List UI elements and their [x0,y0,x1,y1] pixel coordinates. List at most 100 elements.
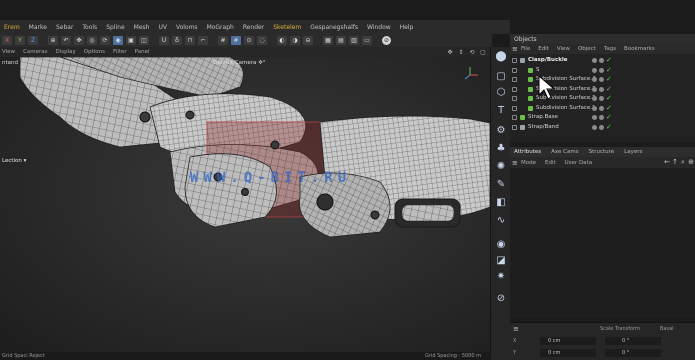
objects-menu-file[interactable]: File [521,46,530,52]
attributes-menu-mode[interactable]: Mode [521,160,536,166]
clapper-icon[interactable]: ▦ [323,36,333,45]
visibility-dot-icon[interactable] [592,67,597,73]
objects-menu-object[interactable]: Object [578,46,596,52]
menu-item-mesh[interactable]: Mesh [134,24,150,31]
axis-x-lock-icon[interactable]: X [2,36,12,45]
coordinate-system-icon[interactable]: ⊕ [48,36,58,45]
grid-snap-active-icon[interactable]: # [231,36,241,45]
visibility-dot-icon[interactable] [592,58,597,63]
object-row[interactable]: Subdivision Surface.1 ✓ [510,104,695,113]
menu-item-spline[interactable]: Spline [106,24,124,31]
cloner-icon[interactable]: ⚙ [494,123,508,137]
effector-icon[interactable]: ✺ [494,159,508,173]
viewport-menu-options[interactable]: Options [84,49,105,55]
rotate-tool-icon[interactable]: ⟳ [100,36,110,45]
magnet-icon[interactable]: U [159,36,169,45]
attributes-menu-user-data[interactable]: User Data [565,160,592,166]
render-dot-icon[interactable] [599,58,604,63]
axis-y-lock-icon[interactable]: Y [15,36,25,45]
pan-icon[interactable]: ✥ [446,49,454,56]
render-dot-icon[interactable] [599,96,604,101]
menu-item-render[interactable]: Render [243,24,264,31]
model-mode-icon[interactable]: ⬤ [494,49,508,63]
coord-y-position[interactable]: 0 cm [548,350,560,356]
camera-object-icon[interactable]: ◧ [494,195,508,209]
menu-item-voloms[interactable]: Voloms [176,24,198,31]
hamburger-icon[interactable]: ≡ [512,159,521,167]
film-icon[interactable]: ▤ [336,36,346,45]
object-name[interactable]: Subdivision Surface.1 [536,104,595,113]
enabled-check-icon[interactable]: ✓ [606,123,612,132]
tab-structure[interactable]: Structure [589,149,615,155]
layout-icon[interactable]: ▭ [362,36,372,45]
menu-item-sketelem[interactable]: Sketelem [273,24,301,31]
expand-toggle-icon[interactable] [512,86,517,92]
viewport-menu-panel[interactable]: Panel [135,49,150,55]
viewport-menu-display[interactable]: Display [56,49,76,55]
render-dot-icon[interactable] [599,86,604,92]
render-settings-icon[interactable]: ⊖ [303,36,313,45]
render-dot-icon[interactable] [599,105,604,111]
expand-toggle-icon[interactable] [512,77,517,82]
menu-item-tools[interactable]: Tools [82,24,97,31]
magnet-tool-icon[interactable]: ◉ [494,237,508,251]
menu-item-uv[interactable]: UV [158,24,167,31]
text-tool-icon[interactable]: T [494,103,508,117]
workplane-icon[interactable]: ⌐ [198,36,208,45]
tab-axe-cams[interactable]: Axe Cams [551,149,578,155]
objects-menu-view[interactable]: View [557,46,570,52]
live-selection-icon[interactable]: ◉ [113,36,123,45]
viewport-object-label[interactable]: Lection ▾ [2,158,26,164]
viewport-solo-icon[interactable]: ◫ [139,36,149,45]
enabled-check-icon[interactable]: ✓ [606,85,612,94]
menu-item-sebar[interactable]: Sebar [56,24,73,31]
light-icon[interactable]: ✷ [494,269,508,283]
viewport-camera-label[interactable]: Default Camera ✲° [213,60,266,66]
snap-settings-icon[interactable]: ⊙ [244,36,254,45]
enabled-check-icon[interactable]: ✓ [606,94,612,103]
orbit-icon[interactable]: ⟲ [468,49,476,56]
render-dot-icon[interactable] [599,77,604,82]
menu-item-help[interactable]: Help [400,24,414,31]
enabled-check-icon[interactable]: ✓ [606,75,612,84]
tab-attributes[interactable]: Attributes [514,149,541,155]
deformer-icon[interactable]: ♣ [494,141,508,155]
expand-toggle-icon[interactable] [512,67,517,73]
object-name[interactable]: S [536,66,540,75]
coord-y-rotation[interactable]: 0 ° [622,350,629,356]
polygon-cube-icon[interactable]: ⬡ [494,85,508,99]
move-tool-icon[interactable]: ✥ [74,36,84,45]
up-arrow-icon[interactable]: ↑ [671,158,679,167]
object-row[interactable]: Strap.Base ✓ [510,113,695,122]
axis-z-lock-icon[interactable]: Z [28,36,38,45]
lock-icon[interactable]: ⊕ [687,158,695,167]
menu-item-marke[interactable]: Marke [29,24,47,31]
maximize-icon[interactable]: ▢ [479,49,487,56]
menu-item-window[interactable]: Window [367,24,391,31]
viewport-menu-view[interactable]: View [2,49,15,55]
enabled-check-icon[interactable]: ✓ [606,56,612,65]
render-dot-icon[interactable] [599,124,604,130]
cube-primitive-icon[interactable]: ▢ [494,69,508,83]
back-arrow-icon[interactable]: ← [663,158,671,167]
paint-tool-icon[interactable]: ◪ [494,253,508,267]
object-name[interactable]: Clasp/Buckle [528,56,568,65]
3d-viewport[interactable]: ntand Default Camera ✲° Lection ▾ [0,57,490,352]
quantize-icon[interactable]: ⊓ [185,36,195,45]
visibility-dot-icon[interactable] [592,115,597,120]
object-row[interactable]: Strap/Band ✓ [510,123,695,132]
visibility-dot-icon[interactable] [592,105,597,111]
search-icon[interactable]: ⌕ [679,158,687,167]
sculpt-icon[interactable]: ♁ [172,36,182,45]
expand-toggle-icon[interactable] [512,115,517,120]
viewport-menu-cameras[interactable]: Cameras [23,49,47,55]
menu-item-mograph[interactable]: MoGraph [207,24,234,31]
expand-toggle-icon[interactable] [512,105,517,111]
help-icon[interactable]: ⊘ [382,36,391,45]
visibility-dot-icon[interactable] [592,96,597,101]
soft-selection-icon[interactable]: ◌ [257,36,267,45]
expand-toggle-icon[interactable] [512,58,517,63]
enabled-check-icon[interactable]: ✓ [606,66,612,75]
grid-snap-icon[interactable]: # [218,36,228,45]
object-row[interactable]: Clasp/Buckle ✓ [510,56,695,65]
